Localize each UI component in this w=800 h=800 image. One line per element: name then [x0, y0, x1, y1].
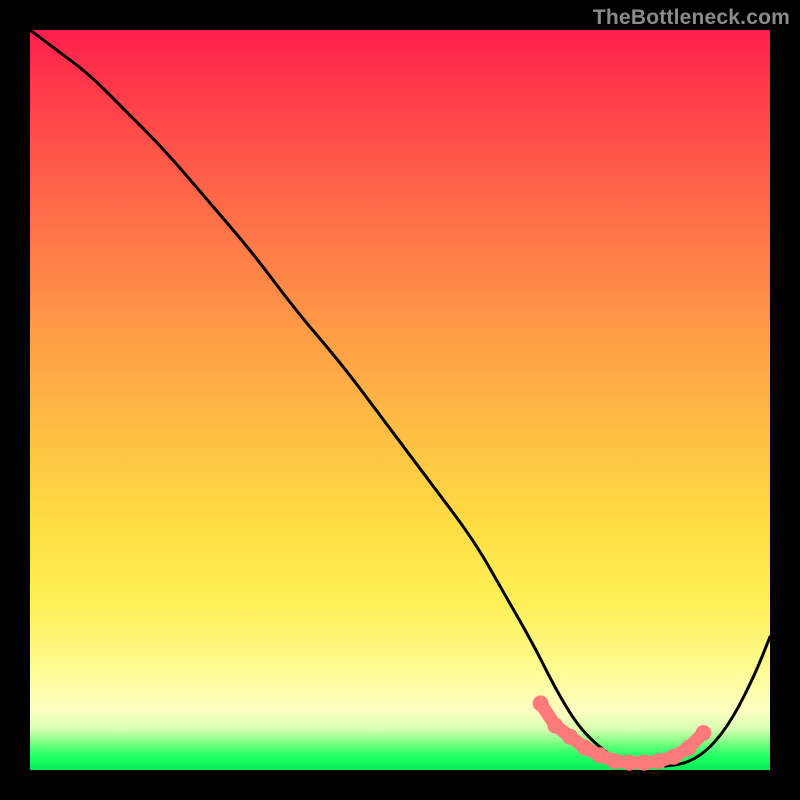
marker-dot: [695, 725, 711, 741]
watermark-text: TheBottleneck.com: [593, 6, 790, 30]
marker-dot: [547, 718, 563, 734]
marker-dot: [651, 753, 667, 769]
chart-frame: TheBottleneck.com: [0, 0, 800, 800]
marker-dot: [666, 749, 682, 765]
chart-svg: [30, 30, 770, 770]
marker-dot: [577, 740, 593, 756]
optimal-zone-markers: [533, 695, 712, 770]
marker-dot: [621, 755, 637, 771]
marker-dot: [636, 755, 652, 771]
bottleneck-curve: [30, 30, 770, 766]
marker-dot: [533, 695, 549, 711]
plot-area: [30, 30, 770, 770]
marker-dot: [562, 729, 578, 745]
marker-dot: [592, 747, 608, 763]
marker-dot: [607, 753, 623, 769]
marker-dot: [681, 740, 697, 756]
